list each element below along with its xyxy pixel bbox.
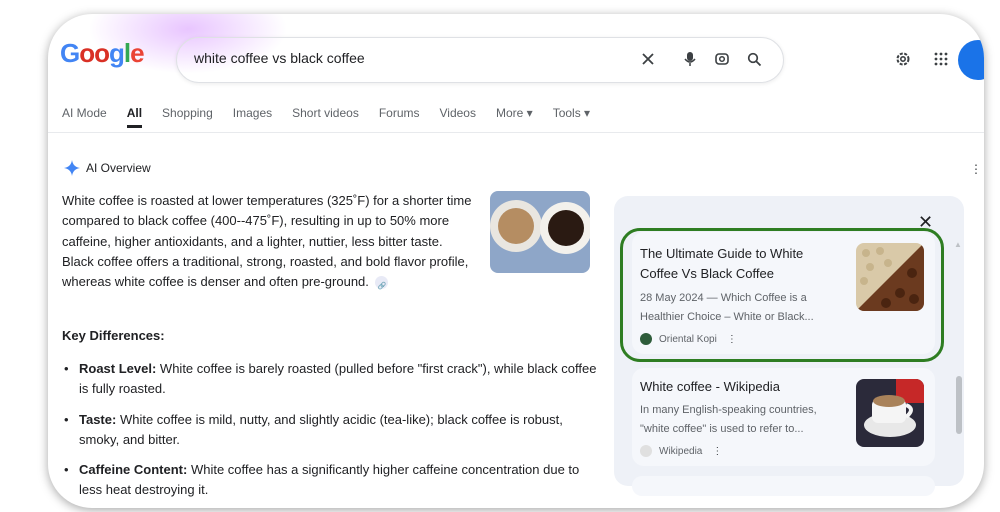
tab-ai-mode[interactable]: AI Mode xyxy=(62,106,107,130)
tab-tools[interactable]: Tools ▾ xyxy=(553,106,590,130)
ai-overview-label: AI Overview xyxy=(86,161,151,175)
list-item: Roast Level: White coffee is barely roas… xyxy=(62,359,602,400)
search-tabs: AI Mode All Shopping Images Short videos… xyxy=(62,106,610,130)
highlighted-source-outline xyxy=(620,228,944,362)
tabs-divider xyxy=(48,132,984,133)
source-card[interactable] xyxy=(632,476,935,496)
bullet-text: White coffee is barely roasted (pulled b… xyxy=(79,361,597,397)
bullet-text: White coffee is mild, nutty, and slightl… xyxy=(79,411,563,447)
clear-icon[interactable] xyxy=(637,48,659,70)
mic-icon[interactable] xyxy=(679,48,701,70)
browser-frame: Google white coffee vs black coffee AI M… xyxy=(48,14,984,508)
settings-gear-icon[interactable] xyxy=(892,48,914,70)
search-icon[interactable] xyxy=(743,48,765,70)
tab-all[interactable]: All xyxy=(126,106,143,128)
tab-videos[interactable]: Videos xyxy=(440,106,476,130)
tab-more[interactable]: More ▾ xyxy=(496,106,533,130)
differences-list: Roast Level: White coffee is barely roas… xyxy=(62,359,602,508)
account-avatar[interactable] xyxy=(958,40,984,80)
panel-scrollbar[interactable] xyxy=(956,376,962,434)
more-options-icon[interactable]: ⋮ xyxy=(970,162,982,176)
search-box[interactable]: white coffee vs black coffee xyxy=(176,37,784,83)
tab-forums[interactable]: Forums xyxy=(379,106,420,130)
overview-paragraph: White coffee is roasted at lower tempera… xyxy=(62,193,472,290)
ai-overview-text: White coffee is roasted at lower tempera… xyxy=(62,191,476,298)
tab-short-videos[interactable]: Short videos xyxy=(292,106,359,130)
scroll-up-icon[interactable]: ▲ xyxy=(954,240,962,249)
source-snippet: In many English-speaking countries, "whi… xyxy=(640,404,817,435)
source-title[interactable]: White coffee - Wikipedia xyxy=(640,377,835,397)
sparkle-icon xyxy=(64,160,80,176)
lens-icon[interactable] xyxy=(711,48,733,70)
source-site[interactable]: Wikipedia ⋮ xyxy=(640,445,722,457)
google-logo[interactable]: Google xyxy=(60,38,145,69)
site-name: Wikipedia xyxy=(659,445,703,457)
bullet-term: Taste: xyxy=(79,411,117,427)
tab-shopping[interactable]: Shopping xyxy=(162,106,213,130)
bullet-term: Caffeine Content: xyxy=(79,462,188,478)
source-card[interactable]: White coffee - Wikipedia In many English… xyxy=(632,368,935,466)
tab-images[interactable]: Images xyxy=(233,106,272,130)
more-options-icon[interactable]: ⋮ xyxy=(712,446,722,457)
wikipedia-favicon-icon xyxy=(640,445,652,457)
white-coffee-cup-image[interactable] xyxy=(856,379,924,447)
list-item: Caffeine Content: White coffee has a sig… xyxy=(62,460,602,501)
coffee-cups-image[interactable] xyxy=(490,191,590,273)
list-item: Taste: White coffee is mild, nutty, and … xyxy=(62,410,602,451)
bullet-term: Roast Level: xyxy=(79,361,157,376)
key-differences-heading: Key Differences: xyxy=(62,328,165,343)
ai-overview-header: AI Overview xyxy=(64,160,151,176)
apps-grid-icon[interactable] xyxy=(930,48,952,70)
link-icon[interactable] xyxy=(374,276,388,298)
search-input[interactable]: white coffee vs black coffee xyxy=(194,50,365,66)
